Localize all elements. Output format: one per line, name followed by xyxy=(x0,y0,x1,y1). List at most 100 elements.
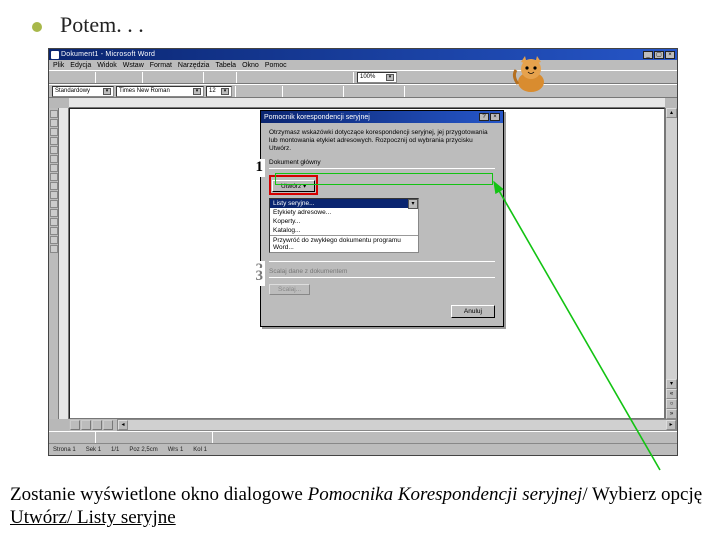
tool-icon[interactable] xyxy=(50,245,58,253)
tool-icon[interactable] xyxy=(50,119,58,127)
next-page-icon[interactable]: » xyxy=(666,409,677,419)
horizontal-scrollbar[interactable]: ◂ ▸ xyxy=(117,419,677,431)
cut-icon[interactable] xyxy=(146,72,158,83)
redo-icon[interactable] xyxy=(221,72,233,83)
view-outline-icon[interactable] xyxy=(103,420,113,430)
open-icon[interactable] xyxy=(66,72,78,83)
menu-table[interactable]: Tabela xyxy=(215,62,236,69)
select-icon[interactable] xyxy=(66,432,78,443)
tool-icon[interactable] xyxy=(50,128,58,136)
office-assistant-icon[interactable] xyxy=(510,54,552,94)
vertical-scrollbar[interactable]: ▴ ▾ « ○ » xyxy=(665,108,677,419)
bullets-icon[interactable] xyxy=(361,86,373,97)
rect-icon[interactable] xyxy=(141,432,153,443)
menu-help[interactable]: Pomoc xyxy=(265,62,287,69)
cancel-button[interactable]: Anuluj xyxy=(451,305,495,318)
dialog-help-button[interactable]: ? xyxy=(479,113,489,121)
prev-page-icon[interactable]: « xyxy=(666,389,677,399)
horizontal-ruler[interactable] xyxy=(69,98,665,108)
scroll-up-icon[interactable]: ▴ xyxy=(666,108,677,118)
tool-icon[interactable] xyxy=(50,236,58,244)
outdent-icon[interactable] xyxy=(375,86,387,97)
font-color2-icon[interactable] xyxy=(244,432,256,443)
scroll-track[interactable] xyxy=(666,118,677,379)
style-combo[interactable]: Standardowy▾ xyxy=(52,86,114,97)
italic-icon[interactable] xyxy=(253,86,265,97)
align-right-icon[interactable] xyxy=(314,86,326,97)
help-icon[interactable] xyxy=(399,72,411,83)
dialog-close-button[interactable]: × xyxy=(490,113,500,121)
paragraph-icon[interactable] xyxy=(338,72,350,83)
arrow-icon[interactable] xyxy=(127,432,139,443)
shadow-icon[interactable] xyxy=(300,432,312,443)
print-icon[interactable] xyxy=(99,72,111,83)
view-web-icon[interactable] xyxy=(81,420,91,430)
align-left-icon[interactable] xyxy=(286,86,298,97)
numbering-icon[interactable] xyxy=(347,86,359,97)
tool-icon[interactable] xyxy=(50,182,58,190)
zoom-combo[interactable]: 100%▾ xyxy=(357,72,397,83)
menu-file[interactable]: Plik xyxy=(53,62,64,69)
dropdown-item[interactable]: Etykiety adresowe... xyxy=(270,208,418,217)
drawing-icon[interactable] xyxy=(310,72,322,83)
align-justify-icon[interactable] xyxy=(328,86,340,97)
fill-color-icon[interactable] xyxy=(216,432,228,443)
autoshapes-icon[interactable] xyxy=(99,432,111,443)
chevron-down-icon[interactable]: ▾ xyxy=(408,199,418,209)
menu-insert[interactable]: Wstaw xyxy=(123,62,144,69)
arrow-style-icon[interactable] xyxy=(286,432,298,443)
underline-icon[interactable] xyxy=(267,86,279,97)
indent-icon[interactable] xyxy=(389,86,401,97)
wordart-icon[interactable] xyxy=(183,432,195,443)
rotate-icon[interactable] xyxy=(80,432,92,443)
tool-icon[interactable] xyxy=(50,173,58,181)
tool-icon[interactable] xyxy=(50,209,58,217)
scroll-right-icon[interactable]: ▸ xyxy=(666,420,676,430)
menu-window[interactable]: Okno xyxy=(242,62,259,69)
maximize-button[interactable]: ▢ xyxy=(654,51,664,59)
menu-view[interactable]: Widok xyxy=(97,62,116,69)
scroll-down-icon[interactable]: ▾ xyxy=(666,379,677,389)
view-print-icon[interactable] xyxy=(92,420,102,430)
menu-edit[interactable]: Edycja xyxy=(70,62,91,69)
draw-menu-icon[interactable] xyxy=(52,432,64,443)
font-combo[interactable]: Times New Roman▾ xyxy=(116,86,204,97)
font-color-icon[interactable] xyxy=(436,86,448,97)
textbox-icon[interactable] xyxy=(169,432,181,443)
dropdown-item[interactable]: Przywróć do zwykłego dokumentu programu … xyxy=(270,235,418,252)
scroll-left-icon[interactable]: ◂ xyxy=(118,420,128,430)
format-painter-icon[interactable] xyxy=(188,72,200,83)
dropdown-item[interactable]: Koperty... xyxy=(270,217,418,226)
dash-style-icon[interactable] xyxy=(272,432,284,443)
tool-icon[interactable] xyxy=(50,155,58,163)
insert-table-icon[interactable] xyxy=(268,72,280,83)
menu-format[interactable]: Format xyxy=(150,62,172,69)
dropdown-selected[interactable]: Listy seryjne... xyxy=(270,199,418,208)
3d-icon[interactable] xyxy=(314,432,326,443)
menu-tools[interactable]: Narzędzia xyxy=(178,62,210,69)
undo-icon[interactable] xyxy=(207,72,219,83)
tables-borders-icon[interactable] xyxy=(254,72,266,83)
new-icon[interactable] xyxy=(52,72,64,83)
spellcheck-icon[interactable] xyxy=(127,72,139,83)
line-color-icon[interactable] xyxy=(230,432,242,443)
paste-icon[interactable] xyxy=(174,72,186,83)
oval-icon[interactable] xyxy=(155,432,167,443)
borders-icon[interactable] xyxy=(408,86,420,97)
tool-icon[interactable] xyxy=(50,110,58,118)
hyperlink-icon[interactable] xyxy=(240,72,252,83)
columns-icon[interactable] xyxy=(296,72,308,83)
browse-object-icon[interactable]: ○ xyxy=(666,399,677,409)
excel-icon[interactable] xyxy=(282,72,294,83)
preview-icon[interactable] xyxy=(113,72,125,83)
tool-icon[interactable] xyxy=(50,191,58,199)
align-center-icon[interactable] xyxy=(300,86,312,97)
minimize-button[interactable]: _ xyxy=(643,51,653,59)
tool-icon[interactable] xyxy=(50,164,58,172)
bold-icon[interactable] xyxy=(239,86,251,97)
vertical-ruler[interactable] xyxy=(59,108,69,419)
size-combo[interactable]: 12▾ xyxy=(206,86,232,97)
view-normal-icon[interactable] xyxy=(70,420,80,430)
clipart-icon[interactable] xyxy=(197,432,209,443)
highlight-icon[interactable] xyxy=(422,86,434,97)
